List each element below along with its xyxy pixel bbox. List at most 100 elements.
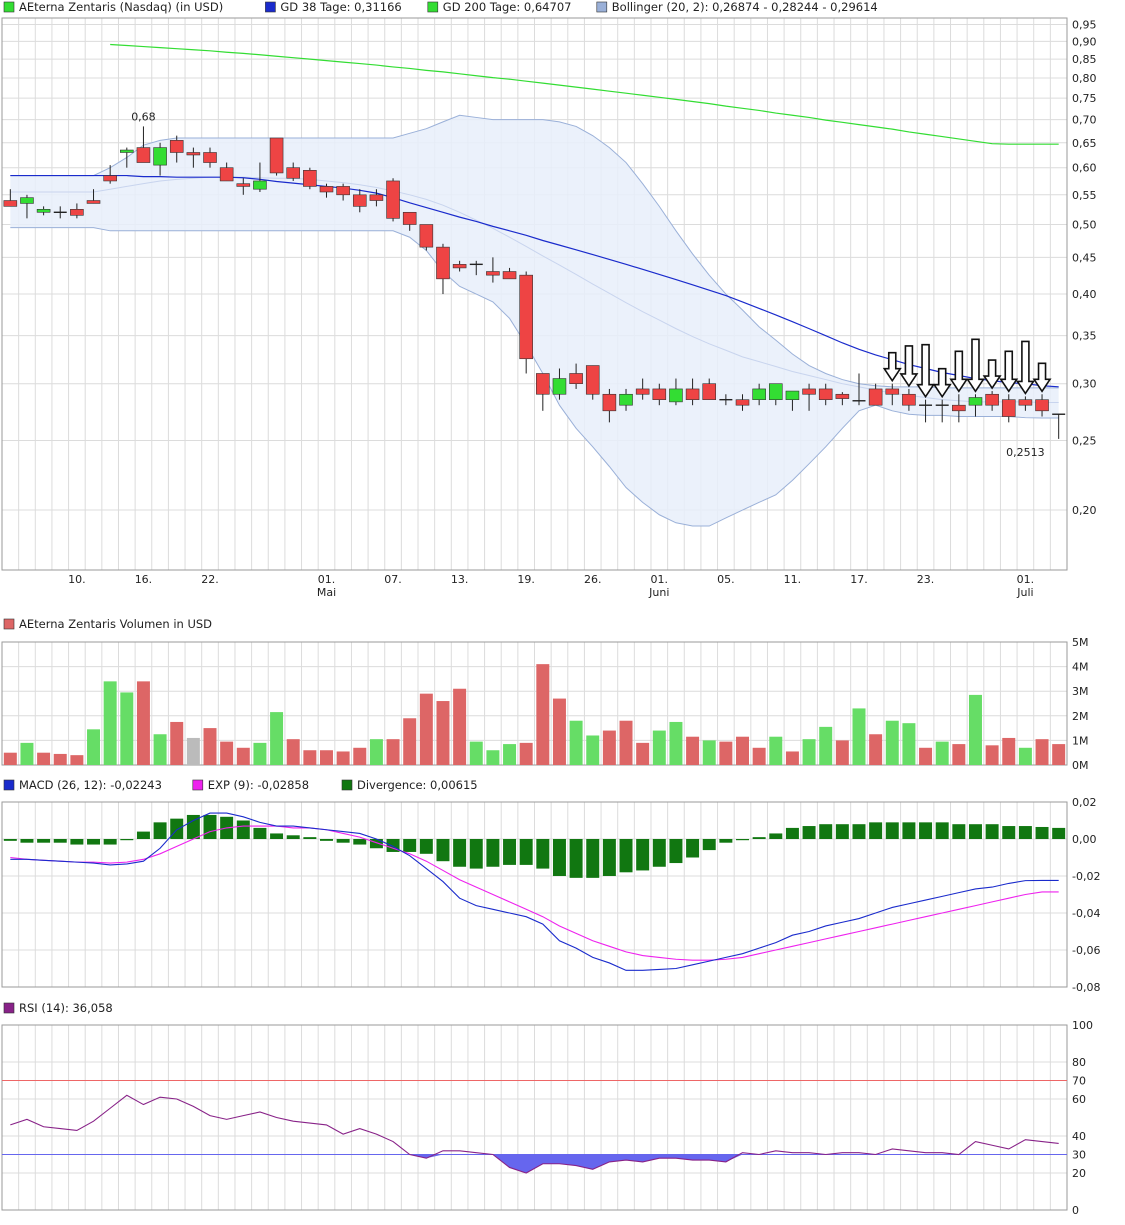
candle-body [336,186,350,196]
candle-body [902,393,916,406]
y-tick-label: 0,85 [1072,53,1097,66]
price-panel: 0,95 0,90 0,85 0,80 0,75 0,70 0,65 0,60 0,55 0,50… [1,17,1097,599]
y-tick-label: 0,80 [1072,72,1097,85]
candle-body [303,170,317,187]
candle-body [286,167,301,179]
candle-body [1001,399,1016,417]
candle [436,243,450,295]
x-tick-label: 16. [135,573,153,586]
legend-swatch [427,1,439,13]
y-tick-label: 0,35 [1072,330,1097,343]
candle-body [3,200,18,207]
down-arrow-marker [882,351,902,383]
volume-bar [919,747,933,765]
y-tick-label: 0,55 [1072,189,1097,202]
candle-body [86,200,101,204]
candle-body [236,183,251,187]
divergence-bar [919,822,933,839]
legend-swatch [341,779,353,791]
x-month-label: Juni [648,586,669,599]
y-tick-label: -0,02 [1072,870,1100,883]
candle-body [452,264,467,269]
divergence-bar [752,837,766,839]
y-tick-label: 3M [1072,685,1089,698]
y-tick-label: 4M [1072,661,1089,674]
candle-body [685,388,700,400]
candle-body [536,373,550,395]
divergence-bar [985,824,999,839]
candle [519,271,533,374]
price-annotation: 0,2513 [1006,446,1045,459]
volume-bar [419,693,433,765]
divergence-bar [636,839,650,871]
candle-body [519,274,533,360]
divergence-bar [1052,827,1066,839]
volume-bar [736,736,749,765]
legend-label: Divergence: 0,00615 [357,778,478,792]
rsi-reference-label: 30 [1072,1149,1086,1162]
candle [536,373,550,411]
legend-swatch [3,1002,15,1014]
candle-body [419,224,434,248]
candle-body [585,365,600,395]
divergence-bar [170,818,184,839]
volume-bar [769,736,783,765]
volume-bar [453,688,467,765]
volume-bar [819,726,833,765]
y-tick-label: 2M [1072,710,1089,723]
down-arrow-marker [999,350,1019,393]
candle-body [136,147,151,163]
volume-bar [602,730,616,765]
volume-bar [752,747,766,765]
candle-body [402,211,417,225]
down-arrow-marker [1015,340,1035,395]
down-arrow-marker [965,338,985,393]
candle-body [885,388,900,395]
candle-body [785,390,800,400]
volume-bar [136,681,150,765]
volume-bar [253,742,267,765]
volume-bar [1018,747,1032,765]
x-month-label: Juli [1016,586,1033,599]
y-tick-label: -0,04 [1072,907,1100,920]
rsi-legend: RSI (14): 36,058 [3,1001,113,1015]
divergence-bar [769,833,783,839]
volume-bar [869,734,883,765]
candle-body [20,197,34,204]
divergence-bar [952,824,966,839]
volume-bar [569,720,583,765]
down-arrow-marker [916,343,936,399]
divergence-bar [686,839,700,858]
y-tick-label: 40 [1072,1130,1086,1143]
divergence-bar [253,827,267,839]
divergence-bar [835,824,849,839]
macd-panel: 0,02 0,00 -0,02 -0,04 -0,06 -0,08 [1,796,1100,994]
candle-body [169,140,184,153]
divergence-bar [136,831,150,839]
volume-bar [1002,737,1016,765]
divergence-bar [270,833,284,839]
x-tick-label: 11. [784,573,802,586]
legend-label: RSI (14): 36,058 [19,1001,113,1015]
volume-bar [436,701,450,765]
volume-panel: 5M 4M 3M 2M 1M 0M [1,636,1089,772]
y-tick-label: -0,06 [1072,944,1100,957]
legend-swatch [3,779,15,791]
divergence-bar [819,824,833,839]
divergence-bar [120,839,134,841]
x-tick-label: 01. [1017,573,1035,586]
y-tick-label: 0,20 [1072,504,1097,517]
x-tick-label: 07. [384,573,402,586]
legend-swatch [3,1,15,13]
volume-bar [985,745,999,765]
candle-body [253,180,267,190]
candle [269,137,284,176]
candle-body [802,388,816,395]
candle-body [868,388,883,406]
candle-body [1018,399,1033,406]
y-tick-label: 0,40 [1072,288,1097,301]
candle [585,365,600,400]
volume-bar [1052,744,1066,765]
legend-label: Bollinger (20, 2): 0,26874 - 0,28244 - 0… [612,0,878,14]
legend-swatch [265,1,276,13]
